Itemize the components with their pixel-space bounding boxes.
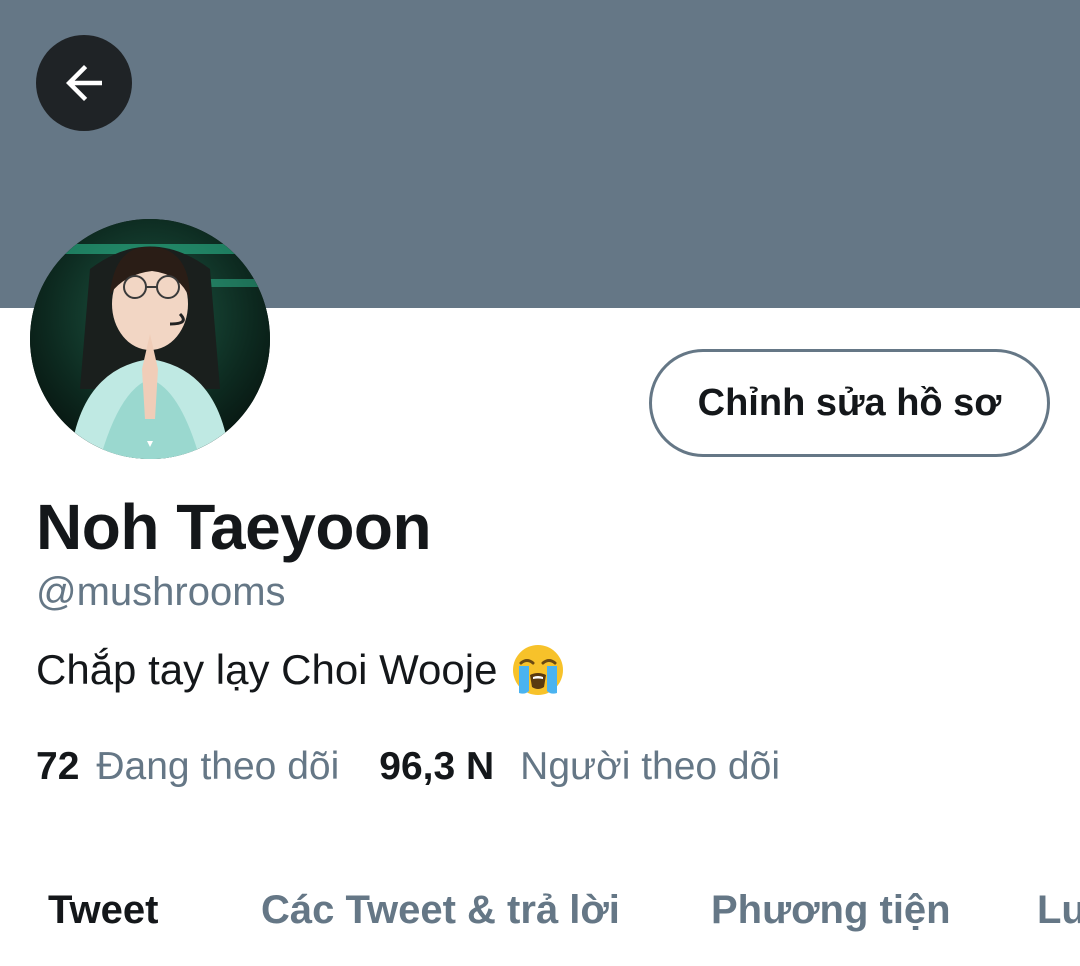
tab-likes[interactable]: Lượt thích	[1037, 888, 1080, 933]
avatar[interactable]	[30, 219, 270, 459]
tab-tweets[interactable]: Tweet	[48, 888, 158, 933]
loudly-crying-face-icon	[513, 645, 564, 695]
following-link[interactable]: 72 Đang theo dõi	[36, 745, 339, 789]
arrow-left-icon	[66, 65, 102, 101]
follow-stats: 72 Đang theo dõi 96,3 N Người theo dõi	[36, 745, 780, 789]
profile-tabs: Tweet Các Tweet & trả lời Phương tiện Lư…	[0, 860, 1080, 966]
profile-bio: Chắp tay lạy Choi Wooje	[36, 643, 565, 697]
back-button[interactable]	[36, 35, 132, 131]
display-name: Noh Taeyoon	[36, 491, 432, 563]
profile-screen: Chỉnh sửa hồ sơ Noh Taeyoon @mushrooms C…	[0, 0, 1080, 966]
avatar-image	[30, 219, 270, 459]
tab-tweets-and-replies[interactable]: Các Tweet & trả lời	[261, 888, 620, 933]
followers-count: 96,3 N	[379, 745, 495, 788]
tab-media[interactable]: Phương tiện	[711, 888, 951, 933]
following-count: 72	[36, 745, 80, 788]
followers-link[interactable]: 96,3 N Người theo dõi	[379, 745, 780, 789]
bio-text: Chắp tay lạy Choi Wooje	[36, 646, 498, 693]
edit-profile-button[interactable]: Chỉnh sửa hồ sơ	[649, 349, 1050, 457]
following-label: Đang theo dõi	[96, 745, 340, 788]
followers-label: Người theo dõi	[520, 745, 780, 788]
user-handle: @mushrooms	[36, 570, 286, 614]
